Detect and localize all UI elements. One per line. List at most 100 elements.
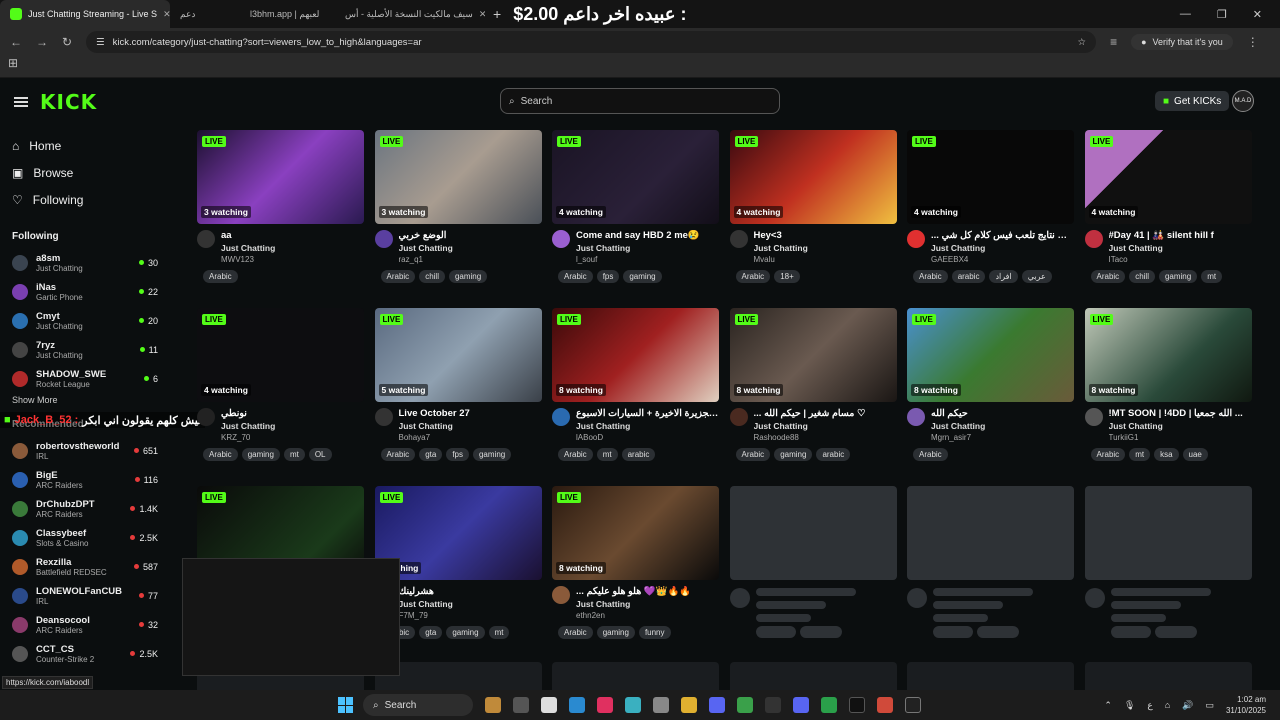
stream-tag[interactable]: OL	[308, 448, 332, 461]
stream-title[interactable]: حيكم الله	[931, 408, 1074, 419]
streamer-name[interactable]: Mgrn_asir7	[931, 433, 1074, 442]
stream-tag[interactable]: 18+	[774, 270, 800, 283]
widgets-icon[interactable]	[485, 697, 501, 713]
recommended-channel[interactable]: CCT_CS Counter-Strike 2 2.5K	[0, 639, 170, 668]
maximize-icon[interactable]: ❐	[1217, 8, 1227, 21]
streamer-avatar[interactable]	[552, 230, 570, 248]
stream-card[interactable]: LIVE 4 watching #Day 41 | 🎎 silent hill f J…	[1084, 130, 1252, 283]
recommended-channel[interactable]: BigE ARC Raiders 116	[0, 465, 170, 494]
streamer-name[interactable]: Mvalu	[754, 255, 897, 264]
search-input[interactable]: ⌕ Search	[500, 88, 780, 114]
stream-card[interactable]: LIVE 4 watching نونطي Just Chatting KRZ_70 Ar…	[197, 308, 364, 461]
stream-tag[interactable]: gaming	[446, 626, 485, 639]
stream-thumbnail[interactable]: LIVE 4 watching	[552, 130, 719, 224]
following-channel[interactable]: Cmyt Just Chatting 20	[0, 306, 170, 335]
stream-tag[interactable]: mt	[1201, 270, 1223, 283]
streamer-avatar[interactable]	[197, 408, 215, 426]
reading-list-icon[interactable]: ≡	[1110, 35, 1117, 49]
stream-thumbnail[interactable]: LIVE 3 watching	[374, 130, 542, 224]
streamer-avatar[interactable]	[1084, 230, 1103, 248]
next-row-card[interactable]	[552, 662, 719, 690]
stream-thumbnail[interactable]: LIVE 4 watching	[729, 130, 897, 224]
show-more-link[interactable]: Show More	[0, 393, 170, 407]
stream-category[interactable]: Just Chatting	[1109, 421, 1252, 431]
stream-thumbnail[interactable]	[1084, 662, 1252, 690]
stream-category[interactable]: Just Chatting	[221, 243, 364, 253]
stream-card[interactable]: LIVE 8 watching !MT SOON | !4DD | الله جمع…	[1084, 308, 1252, 461]
streamer-avatar[interactable]	[729, 230, 748, 248]
streamer-name[interactable]: ITaco	[1109, 255, 1252, 264]
battery-icon[interactable]: ▭	[1205, 700, 1214, 711]
stream-title[interactable]: ... هشروالي نتايج تلعب فيس كلام كل شي	[931, 230, 1074, 241]
streamer-avatar[interactable]	[907, 230, 925, 248]
discord-alt-icon[interactable]	[793, 697, 809, 713]
streamer-name[interactable]: F7M_79	[399, 611, 542, 620]
stream-tag[interactable]: arabic	[621, 448, 656, 461]
task-view-icon[interactable]	[513, 697, 529, 713]
stream-tag[interactable]: Arabic	[203, 270, 238, 283]
chat-app-icon[interactable]	[821, 697, 837, 713]
tab-l3bhm[interactable]: l3bhm.app | لعبهم	[240, 0, 335, 28]
stream-tag[interactable]: fps	[446, 448, 469, 461]
streamer-avatar[interactable]	[374, 408, 393, 426]
stream-tag[interactable]: gaming	[774, 448, 813, 461]
following-channel[interactable]: a8sm Just Chatting 30	[0, 248, 170, 277]
settings-icon[interactable]	[653, 697, 669, 713]
stream-title[interactable]: Hey<3	[754, 230, 897, 241]
stream-tag[interactable]: Arabic	[380, 270, 416, 283]
stream-tag[interactable]: gaming	[448, 270, 488, 283]
stream-title[interactable]: ... مسام شغير | حيكم الله ♡	[754, 408, 897, 419]
streamer-name[interactable]: MWV123	[221, 255, 364, 264]
explorer-icon[interactable]	[681, 697, 697, 713]
stream-tag[interactable]: gta	[419, 448, 443, 461]
kick-logo[interactable]: KICK	[40, 90, 97, 114]
file-icon[interactable]	[541, 697, 557, 713]
streamer-name[interactable]: ethn2en	[576, 611, 719, 620]
volume-icon[interactable]: 🔊	[1182, 700, 1193, 711]
stream-category[interactable]: Just Chatting	[399, 599, 542, 609]
streamer-name[interactable]: lABooD	[576, 433, 719, 442]
streamer-name[interactable]: TurkiiG1	[1109, 433, 1252, 442]
clock[interactable]: 1:02 am 31/10/2025	[1226, 694, 1266, 716]
stream-tag[interactable]: Arabic	[380, 448, 416, 461]
stream-card[interactable]: LIVE 4 watching Come and say HBD 2 me😢 Just…	[552, 130, 719, 283]
bookmark-star-icon[interactable]: ☆	[1078, 37, 1087, 48]
stream-title[interactable]: aa	[221, 230, 364, 241]
streamer-avatar[interactable]	[197, 230, 215, 248]
app-icon[interactable]	[625, 697, 641, 713]
recommended-channel[interactable]: Rexzilla Battlefield REDSEC 587	[0, 552, 170, 581]
stream-tag[interactable]: gaming	[472, 448, 512, 461]
stream-tag[interactable]: Arabic	[1090, 270, 1126, 283]
next-row-card[interactable]	[907, 662, 1074, 690]
close-window-icon[interactable]: ✕	[1253, 8, 1262, 21]
stream-category[interactable]: Just Chatting	[931, 421, 1074, 431]
stream-tag[interactable]: gaming	[623, 270, 662, 283]
reload-icon[interactable]: ↻	[62, 35, 72, 49]
stream-tag[interactable]: mt	[488, 626, 510, 639]
stream-tag[interactable]: funny	[638, 626, 671, 639]
stream-tag[interactable]: arabic	[816, 448, 851, 461]
stream-tag[interactable]: chill	[1129, 270, 1155, 283]
stream-title[interactable]: #Day 41 | 🎎 silent hill f	[1109, 230, 1252, 241]
streamer-avatar[interactable]	[552, 586, 570, 604]
streamer-name[interactable]: GAEEBX4	[931, 255, 1074, 264]
stream-thumbnail[interactable]: LIVE 8 watching	[907, 308, 1074, 402]
next-row-card[interactable]	[729, 662, 897, 690]
stream-tag[interactable]: Arabic	[735, 448, 771, 461]
stream-tag[interactable]: Arabic	[1090, 448, 1126, 461]
streamer-avatar[interactable]	[907, 408, 925, 426]
stream-thumbnail[interactable]: LIVE 3 watching	[197, 130, 364, 224]
stream-tag[interactable]: mt	[596, 448, 618, 461]
stream-thumbnail[interactable]: LIVE 8 watching	[552, 486, 719, 580]
tab-saif[interactable]: سيف مالكيت النسخة الأصلية - أس ✕	[335, 0, 485, 28]
stream-title[interactable]: هشرلينك	[399, 586, 542, 597]
verify-profile-button[interactable]: ● Verify that it's you	[1131, 34, 1233, 50]
stream-thumbnail[interactable]: LIVE 8 watching	[552, 308, 719, 402]
taskbar-search[interactable]: ⌕ Search	[363, 694, 473, 716]
close-tab-icon[interactable]: ✕	[163, 9, 170, 20]
stream-category[interactable]: Just Chatting	[221, 421, 364, 431]
stream-tag[interactable]: mt	[283, 448, 305, 461]
recommended-channel[interactable]: LONEWOLFanCUB IRL 77	[0, 581, 170, 610]
chrome-active-icon[interactable]	[877, 697, 893, 713]
streamer-name[interactable]: Bohaya7	[399, 433, 542, 442]
